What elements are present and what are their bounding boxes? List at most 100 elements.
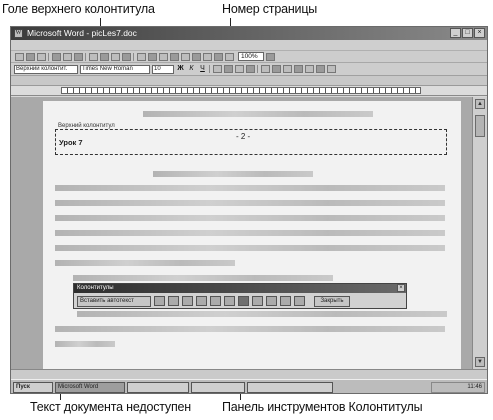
zoom-select[interactable]: 100% — [238, 52, 264, 61]
same-as-previous-icon[interactable] — [252, 296, 263, 306]
toolbar-separator — [209, 65, 211, 73]
cut-icon[interactable] — [89, 52, 98, 61]
table-icon[interactable] — [170, 52, 179, 61]
dimmed-text-line — [153, 171, 313, 177]
header-text[interactable]: Урок 7 — [59, 138, 83, 147]
format-painter-icon[interactable] — [122, 52, 131, 61]
toolbar-separator — [85, 52, 87, 61]
header-pane-label: Верхний колонтитул — [56, 123, 117, 129]
insert-time-icon[interactable] — [210, 296, 221, 306]
italic-button[interactable]: К — [187, 65, 196, 73]
redo-icon[interactable] — [148, 52, 157, 61]
scroll-down-icon[interactable]: ▼ — [475, 357, 485, 367]
style-select[interactable]: Верхний колонтит. — [14, 64, 78, 74]
window-titlebar: W Microsoft Word - picLes7.doc _ □ × — [11, 27, 487, 40]
callout-header-pane: Голе верхнего колонтитула — [2, 2, 155, 16]
taskbar-app-button[interactable] — [191, 381, 245, 393]
document-page: Верхний колонтитул Урок 7 - 2 - Колонтит… — [43, 101, 461, 369]
dimmed-text-line — [55, 200, 445, 206]
horizontal-ruler[interactable] — [11, 86, 487, 96]
dimmed-text-line — [55, 341, 115, 347]
vertical-scrollbar[interactable]: ▲ ▼ — [472, 97, 487, 369]
toolbar-separator — [257, 65, 259, 73]
insert-page-count-icon[interactable] — [168, 296, 179, 306]
font-select[interactable]: Times New Roman — [80, 64, 150, 74]
align-center-icon[interactable] — [224, 65, 233, 73]
dimmed-text-line — [55, 245, 445, 251]
help-icon[interactable] — [266, 52, 275, 61]
increase-indent-icon[interactable] — [294, 65, 303, 73]
dimmed-text-line — [55, 215, 445, 221]
hf-toolbar-titlebar[interactable]: Колонтитулы × — [74, 284, 406, 293]
header-pane[interactable]: Верхний колонтитул Урок 7 - 2 - — [55, 123, 447, 155]
map-icon[interactable] — [214, 52, 223, 61]
new-doc-icon[interactable] — [15, 52, 24, 61]
copy-icon[interactable] — [100, 52, 109, 61]
callout-hf-toolbar: Панель инструментов Колонтитулы — [222, 400, 423, 414]
ruler-scale — [61, 87, 421, 94]
bold-button[interactable]: Ж — [176, 65, 185, 73]
excel-icon[interactable] — [181, 52, 190, 61]
word-window: W Microsoft Word - picLes7.doc _ □ × 100… — [10, 26, 488, 394]
hf-close-button[interactable]: Закрыть — [314, 295, 350, 307]
standard-toolbar: 100% — [11, 51, 487, 63]
horizontal-scrollbar[interactable] — [11, 369, 487, 379]
hf-toolbar-title: Колонтитулы — [77, 285, 114, 291]
secondary-toolbar — [11, 76, 487, 86]
justify-icon[interactable] — [246, 65, 255, 73]
print-icon[interactable] — [52, 52, 61, 61]
show-next-icon[interactable] — [294, 296, 305, 306]
numbering-icon[interactable] — [261, 65, 270, 73]
insert-autotext-button[interactable]: Вставить автотекст — [77, 295, 151, 307]
page-number-field: - 2 - — [236, 132, 251, 141]
save-icon[interactable] — [37, 52, 46, 61]
dimmed-text-line — [55, 185, 445, 191]
page-setup-icon[interactable] — [224, 296, 235, 306]
insert-page-number-icon[interactable] — [154, 296, 165, 306]
minimize-button[interactable]: _ — [450, 28, 461, 38]
show-previous-icon[interactable] — [280, 296, 291, 306]
close-window-button[interactable]: × — [474, 28, 485, 38]
format-page-number-icon[interactable] — [182, 296, 193, 306]
border-icon[interactable] — [305, 65, 314, 73]
show-document-text-icon[interactable] — [238, 296, 249, 306]
windows-taskbar: Пуск Microsoft Word 11:46 — [11, 379, 487, 393]
hf-toolbar-close-icon[interactable]: × — [397, 284, 405, 292]
hyperlink-icon[interactable] — [159, 52, 168, 61]
undo-icon[interactable] — [137, 52, 146, 61]
scroll-up-icon[interactable]: ▲ — [475, 99, 485, 109]
dimmed-text-line — [55, 326, 445, 332]
bullets-icon[interactable] — [272, 65, 281, 73]
toolbar-separator — [48, 52, 50, 61]
taskbar-app-button[interactable] — [247, 381, 333, 393]
decrease-indent-icon[interactable] — [283, 65, 292, 73]
paste-icon[interactable] — [111, 52, 120, 61]
taskbar-word-button[interactable]: Microsoft Word — [55, 381, 125, 393]
insert-date-icon[interactable] — [196, 296, 207, 306]
word-app-icon[interactable]: W — [14, 29, 23, 38]
highlight-icon[interactable] — [316, 65, 325, 73]
dimmed-text-line — [77, 311, 447, 317]
spelling-icon[interactable] — [74, 52, 83, 61]
underline-button[interactable]: Ч — [198, 65, 207, 73]
start-button[interactable]: Пуск — [13, 381, 53, 393]
columns-icon[interactable] — [192, 52, 201, 61]
align-left-icon[interactable] — [213, 65, 222, 73]
scroll-thumb[interactable] — [475, 115, 485, 137]
switch-header-footer-icon[interactable] — [266, 296, 277, 306]
preview-icon[interactable] — [63, 52, 72, 61]
font-size-select[interactable]: 10 — [152, 64, 174, 74]
menu-bar — [11, 40, 487, 51]
taskbar-app-button[interactable] — [127, 381, 189, 393]
show-hide-icon[interactable] — [225, 52, 234, 61]
system-tray-clock: 11:46 — [431, 381, 485, 393]
font-color-icon[interactable] — [327, 65, 336, 73]
maximize-button[interactable]: □ — [462, 28, 473, 38]
drawing-icon[interactable] — [203, 52, 212, 61]
align-right-icon[interactable] — [235, 65, 244, 73]
formatting-toolbar: Верхний колонтит. Times New Roman 10 Ж К… — [11, 63, 487, 76]
open-icon[interactable] — [26, 52, 35, 61]
dimmed-text-line — [55, 230, 445, 236]
window-title: Microsoft Word - picLes7.doc — [27, 28, 137, 38]
dimmed-text-line — [73, 275, 333, 281]
